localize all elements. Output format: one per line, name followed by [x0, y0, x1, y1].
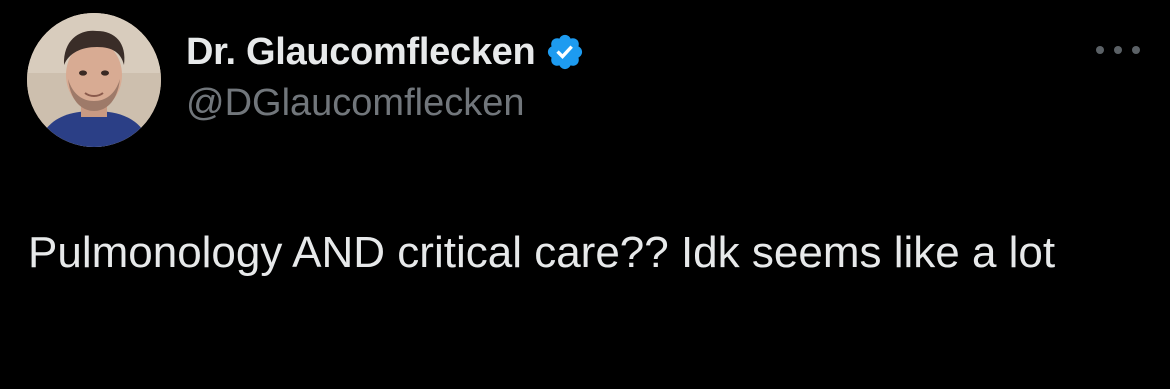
author-handle[interactable]: @DGlaucomflecken [186, 82, 524, 125]
tweet-card: Dr. Glaucomflecken @DGlaucomflecken Pulm… [0, 0, 1170, 389]
tweet-text: Pulmonology AND critical care?? Idk seem… [28, 228, 1056, 277]
author-name-row: Dr. Glaucomflecken [186, 28, 585, 76]
author-display-name[interactable]: Dr. Glaucomflecken [186, 31, 536, 74]
more-dot [1114, 46, 1122, 54]
avatar-image [27, 13, 161, 147]
avatar[interactable] [27, 13, 161, 147]
more-dot [1096, 46, 1104, 54]
verified-badge-icon [545, 32, 585, 72]
more-options-icon[interactable] [1096, 40, 1140, 60]
more-dot [1132, 46, 1140, 54]
